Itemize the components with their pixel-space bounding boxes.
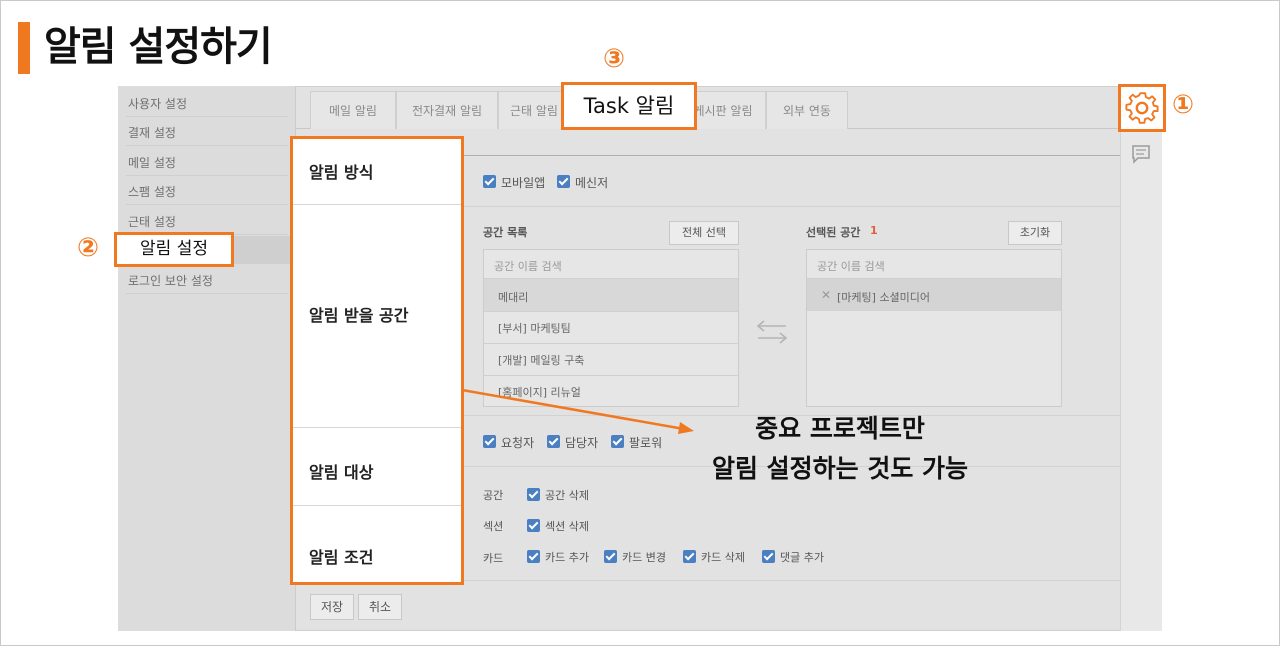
panel-divider bbox=[293, 427, 461, 428]
transfer-arrows-icon[interactable] bbox=[756, 318, 788, 346]
gear-icon[interactable] bbox=[1121, 87, 1163, 129]
list-divider bbox=[484, 375, 738, 376]
sidebar-item-login-security[interactable]: 로그인 보안 설정 bbox=[128, 272, 213, 289]
sidebar-divider bbox=[126, 204, 288, 205]
annotation-line-1: 중요 프로젝트만 bbox=[755, 414, 925, 443]
requester-label: 요청자 bbox=[501, 436, 535, 450]
tab-mail[interactable]: 메일 알림 bbox=[310, 91, 396, 129]
sidebar-item-approval[interactable]: 결재 설정 bbox=[128, 124, 176, 141]
card-add-checkbox[interactable] bbox=[527, 550, 540, 563]
sidebar-item-attendance[interactable]: 근태 설정 bbox=[128, 213, 176, 230]
comment-add-label: 댓글 추가 bbox=[780, 551, 824, 564]
right-rail bbox=[1120, 86, 1162, 631]
list-divider bbox=[484, 311, 738, 312]
panel-divider bbox=[293, 204, 461, 205]
space-search-input[interactable]: 공간 이름 검색 bbox=[494, 258, 562, 274]
sidebar-divider bbox=[126, 293, 288, 294]
remove-icon[interactable]: ✕ bbox=[821, 288, 831, 302]
step-1-marker: ① bbox=[1172, 90, 1195, 120]
condition-section-label: 섹션 bbox=[483, 520, 504, 533]
gear-callout[interactable] bbox=[1118, 84, 1166, 132]
card-add-label: 카드 추가 bbox=[545, 551, 589, 564]
targets-label: 알림 대상 bbox=[309, 463, 374, 482]
tab-task[interactable]: Task 알림 bbox=[564, 85, 694, 127]
card-delete-label: 카드 삭제 bbox=[701, 551, 745, 564]
space-delete-label: 공간 삭제 bbox=[545, 489, 589, 502]
row-divider bbox=[464, 206, 1120, 207]
tab-attendance[interactable]: 근태 알림 bbox=[498, 91, 570, 129]
sidebar-item-mail[interactable]: 메일 설정 bbox=[128, 154, 176, 171]
messenger-label: 메신저 bbox=[575, 176, 609, 190]
selected-search-input[interactable]: 공간 이름 검색 bbox=[817, 258, 885, 274]
condition-space-label: 공간 bbox=[483, 489, 504, 502]
card-change-label: 카드 변경 bbox=[622, 551, 666, 564]
space-list-box: 공간 이름 검색 메대리 [부서] 마케팅팀 [개발] 메일링 구축 [홈페이지… bbox=[483, 249, 739, 407]
assignee-label: 담당자 bbox=[565, 436, 599, 450]
space-list-title: 공간 목록 bbox=[483, 226, 528, 239]
tab-external[interactable]: 외부 연동 bbox=[766, 91, 848, 129]
spaces-label: 알림 받을 공간 bbox=[309, 306, 409, 325]
condition-card-label: 카드 bbox=[483, 552, 504, 565]
follower-label: 팔로워 bbox=[629, 436, 663, 450]
list-item[interactable]: [부서] 마케팅팀 bbox=[498, 320, 571, 336]
step-3-marker: ③ bbox=[603, 44, 626, 74]
sidebar-item-spam[interactable]: 스팸 설정 bbox=[128, 183, 176, 200]
selected-list-title: 선택된 공간 bbox=[806, 226, 861, 239]
page-title: 알림 설정하기 bbox=[44, 24, 273, 70]
sidebar-item-users[interactable]: 사용자 설정 bbox=[128, 95, 187, 112]
comment-add-checkbox[interactable] bbox=[762, 550, 775, 563]
follower-checkbox[interactable] bbox=[611, 435, 624, 448]
list-item[interactable]: 메대리 bbox=[498, 289, 528, 305]
notification-settings-callout[interactable]: 알림 설정 bbox=[114, 232, 234, 267]
step-2-marker: ② bbox=[77, 233, 100, 263]
conditions-label: 알림 조건 bbox=[309, 548, 374, 567]
settings-labels-callout: 알림 방식 알림 받을 공간 알림 대상 알림 조건 bbox=[290, 136, 464, 585]
reset-button[interactable]: 초기화 bbox=[1008, 221, 1062, 245]
annotation-line-2: 알림 설정하는 것도 가능 bbox=[711, 454, 969, 483]
card-change-checkbox[interactable] bbox=[604, 550, 617, 563]
selected-list-box: 공간 이름 검색 ✕ [마케팅] 소셜미디어 bbox=[806, 249, 1062, 407]
messenger-checkbox[interactable] bbox=[557, 175, 570, 188]
section-delete-label: 섹션 삭제 bbox=[545, 520, 589, 533]
method-label: 알림 방식 bbox=[309, 163, 374, 182]
sidebar-item-notifications[interactable]: 알림 설정 bbox=[117, 235, 231, 264]
comment-icon[interactable] bbox=[1130, 144, 1152, 164]
sidebar-divider bbox=[126, 175, 288, 176]
sidebar-divider bbox=[126, 116, 288, 117]
selected-count: 1 bbox=[870, 224, 878, 237]
tab-approval[interactable]: 전자결재 알림 bbox=[396, 91, 498, 129]
selected-item[interactable]: [마케팅] 소셜미디어 bbox=[837, 289, 930, 305]
requester-checkbox[interactable] bbox=[483, 435, 496, 448]
section-delete-checkbox[interactable] bbox=[527, 519, 540, 532]
list-divider bbox=[484, 343, 738, 344]
select-all-button[interactable]: 전체 선택 bbox=[669, 221, 739, 245]
assignee-checkbox[interactable] bbox=[547, 435, 560, 448]
card-delete-checkbox[interactable] bbox=[683, 550, 696, 563]
task-tab-callout[interactable]: Task 알림 bbox=[561, 82, 697, 130]
save-button[interactable]: 저장 bbox=[310, 594, 354, 620]
sidebar-menu: 사용자 설정 결재 설정 메일 설정 스팸 설정 근태 설정 로그인 보안 설정 bbox=[118, 86, 296, 306]
mobile-app-checkbox[interactable] bbox=[483, 175, 496, 188]
panel-divider bbox=[293, 505, 461, 506]
mobile-app-label: 모바일앱 bbox=[501, 176, 546, 190]
list-item[interactable]: [개발] 메일링 구축 bbox=[498, 352, 584, 368]
cancel-button[interactable]: 취소 bbox=[358, 594, 402, 620]
title-accent-bar bbox=[18, 22, 30, 74]
space-delete-checkbox[interactable] bbox=[527, 488, 540, 501]
row-divider bbox=[464, 580, 1120, 581]
sidebar-divider bbox=[126, 145, 288, 146]
